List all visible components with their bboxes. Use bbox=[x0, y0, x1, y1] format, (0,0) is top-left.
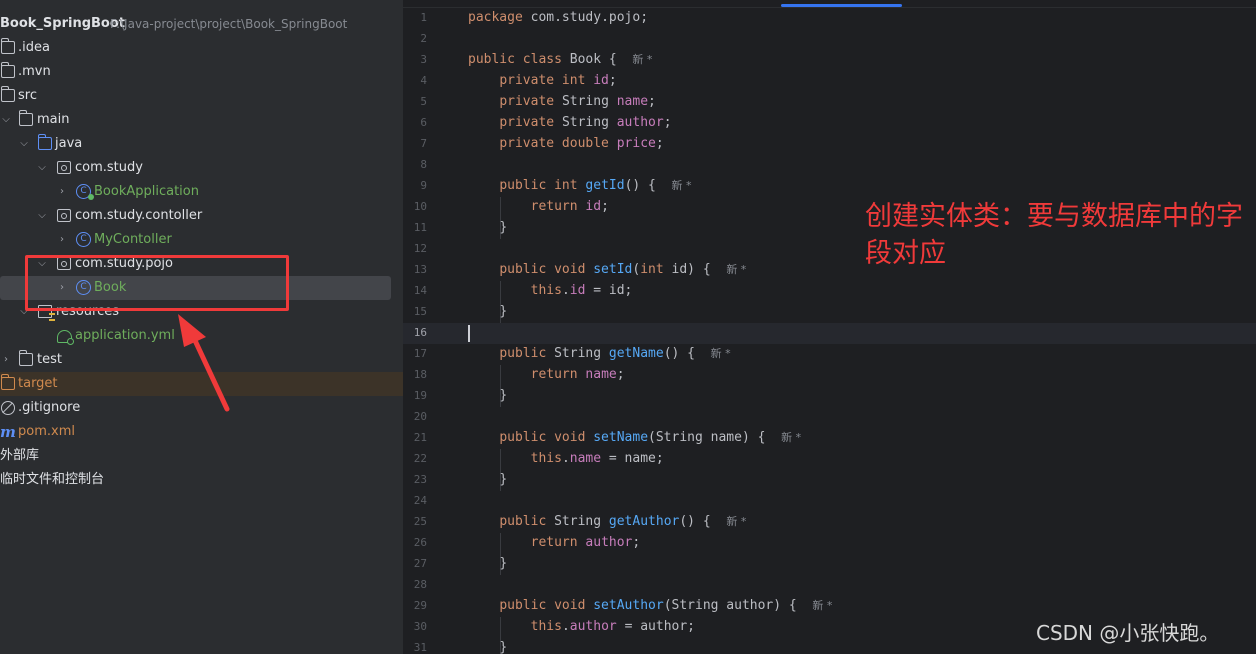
line-number: 31 bbox=[413, 641, 427, 654]
current-line-highlight bbox=[403, 323, 1256, 344]
line-number: 4 bbox=[420, 74, 427, 87]
active-tab-indicator bbox=[781, 4, 902, 7]
code-line-26: return author; bbox=[530, 535, 641, 550]
line-number: 5 bbox=[420, 95, 427, 108]
line-number: 18 bbox=[413, 368, 427, 381]
line-number: 13 bbox=[413, 263, 427, 276]
line-number: 20 bbox=[413, 410, 427, 423]
line-number: 12 bbox=[413, 242, 427, 255]
line-number: 1 bbox=[420, 11, 427, 24]
line-number: 7 bbox=[420, 137, 427, 150]
line-number: 10 bbox=[413, 200, 427, 213]
code-line-25: public String getAuthor() { 新 * bbox=[499, 514, 747, 529]
code-line-23: } bbox=[499, 472, 508, 487]
line-number: 16 bbox=[413, 326, 427, 339]
arrow-icon bbox=[178, 314, 230, 412]
code-line-3: public class Book { 新 * bbox=[468, 52, 653, 67]
code-line-14: this.id = id; bbox=[530, 283, 633, 298]
line-number: 26 bbox=[413, 536, 427, 549]
code-line-30: this.author = author; bbox=[530, 619, 696, 634]
code-line-15: } bbox=[499, 304, 508, 319]
code-line-6: private String author; bbox=[499, 115, 672, 130]
line-number: 22 bbox=[413, 452, 427, 465]
code-line-13: public void setId(int id) { 新 * bbox=[499, 262, 747, 277]
code-line-19: } bbox=[499, 388, 508, 403]
line-number: 11 bbox=[413, 221, 427, 234]
annotation-text: 创建实体类：要与数据库中的字段对应 bbox=[865, 201, 1243, 269]
code-line-11: } bbox=[499, 220, 508, 235]
line-number: 6 bbox=[420, 116, 427, 129]
line-number: 28 bbox=[413, 578, 427, 591]
code-line-5: private String name; bbox=[499, 94, 656, 109]
watermark: CSDN @小张快跑。 bbox=[1036, 621, 1220, 645]
code-line-10: return id; bbox=[530, 199, 609, 214]
line-number: 8 bbox=[420, 158, 427, 171]
code-line-9: public int getId() { 新 * bbox=[499, 178, 692, 193]
code-line-27: } bbox=[499, 556, 508, 571]
line-number: 2 bbox=[420, 32, 427, 45]
line-number: 9 bbox=[420, 179, 427, 192]
code-line-29: public void setAuthor(String author) { 新… bbox=[499, 598, 833, 613]
line-number: 17 bbox=[413, 347, 427, 360]
line-number: 19 bbox=[413, 389, 427, 402]
line-number: 24 bbox=[413, 494, 427, 507]
code-line-1: package com.study.pojo; bbox=[468, 10, 649, 25]
line-number: 3 bbox=[420, 53, 427, 66]
line-number: 14 bbox=[413, 284, 427, 297]
line-number: 29 bbox=[413, 599, 427, 612]
code-editor[interactable]: 1 2 3 4 5 6 7 8 9 10 11 12 13 14 15 16 17 18 19 20 21 22 23 24 2… bbox=[403, 0, 1256, 654]
code-line-21: public void setName(String name) { 新 * bbox=[499, 430, 802, 445]
code-line-22: this.name = name; bbox=[530, 451, 664, 466]
line-number: 15 bbox=[413, 305, 427, 318]
line-number: 23 bbox=[413, 473, 427, 486]
line-number: 25 bbox=[413, 515, 427, 528]
code-line-4: private int id; bbox=[499, 73, 617, 88]
code-line-18: return name; bbox=[530, 367, 625, 382]
code-line-31: } bbox=[499, 640, 508, 654]
code-line-7: private double price; bbox=[499, 136, 664, 151]
text-caret bbox=[468, 325, 470, 342]
line-number: 30 bbox=[413, 620, 427, 633]
line-number: 27 bbox=[413, 557, 427, 570]
code-line-17: public String getName() { 新 * bbox=[499, 346, 731, 361]
line-number: 21 bbox=[413, 431, 427, 444]
